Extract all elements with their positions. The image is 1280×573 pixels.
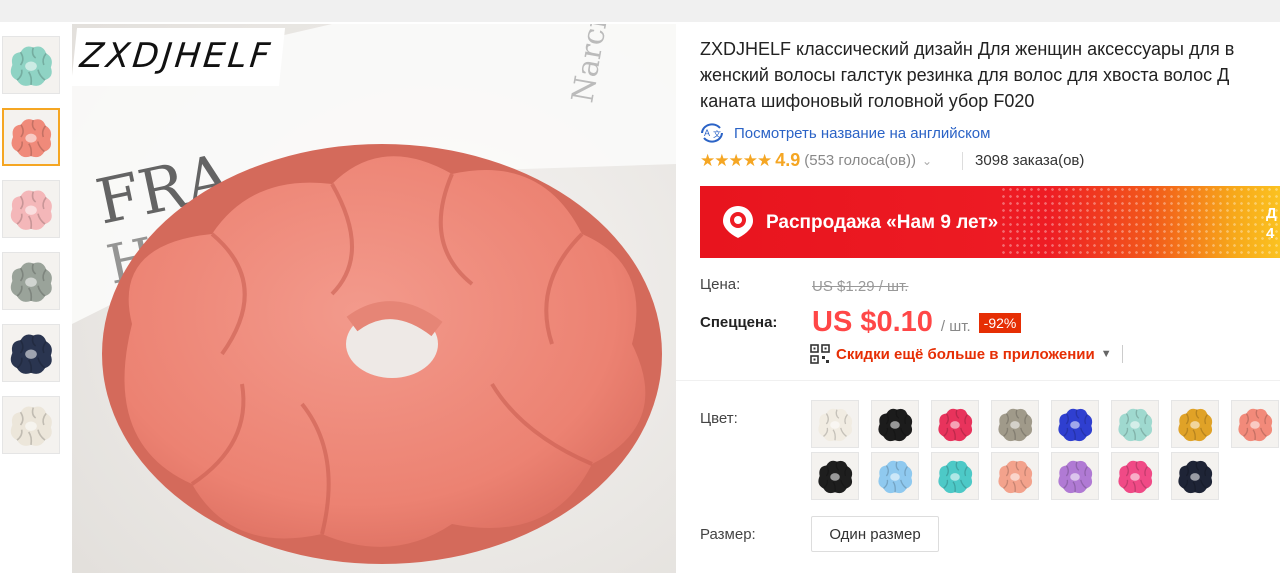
banner-right-line-2: 4 (1266, 225, 1275, 242)
chevron-down-icon[interactable]: ⌄ (922, 154, 932, 168)
thumbnail-3[interactable] (2, 180, 60, 238)
title-line-3: каната шифоновый головной убор F020 (700, 91, 1035, 111)
color-swatch[interactable] (1051, 400, 1099, 448)
svg-text:文: 文 (713, 129, 721, 139)
qr-code-icon (810, 344, 830, 364)
thumbnail-2-selected[interactable] (2, 108, 60, 166)
location-pin-icon (723, 206, 753, 238)
title-line-1: ZXDJHELF классический дизайн Для женщин … (700, 39, 1235, 59)
banner-text: Распродажа «Нам 9 лет» (766, 212, 999, 233)
product-page: FRA HOHO Narciss ZXDJHELF ZXD (0, 22, 1280, 573)
size-option-button[interactable]: Один размер (811, 516, 939, 552)
color-label: Цвет: (700, 410, 738, 427)
votes-link[interactable]: (553 голоса(ов)) (804, 152, 916, 169)
translate-link-label: Посмотреть название на английском (734, 124, 991, 142)
svg-text:A: A (704, 128, 710, 138)
title-line-2: женский волосы галстук резинка для волос… (700, 65, 1230, 85)
divider (1121, 345, 1123, 363)
color-swatch[interactable] (991, 452, 1039, 500)
color-swatch[interactable] (931, 400, 979, 448)
scrunchie-illustration: FRA HOHO Narciss (72, 24, 676, 573)
special-price-label: Спеццена: (700, 314, 778, 331)
color-swatch[interactable] (1051, 452, 1099, 500)
size-label: Размер: (700, 526, 756, 543)
orders-count: 3098 заказа(ов) (975, 152, 1085, 169)
thumbnail-5[interactable] (2, 324, 60, 382)
brand-logo: ZXDJHELF (72, 28, 286, 86)
color-swatch[interactable] (1111, 400, 1159, 448)
banner-pattern (1000, 186, 1280, 258)
main-product-image[interactable]: FRA HOHO Narciss ZXDJHELF (72, 24, 676, 573)
color-swatch[interactable] (811, 400, 859, 448)
thumbnail-4[interactable] (2, 252, 60, 310)
thumbnail-1[interactable] (2, 36, 60, 94)
old-price: US $1.29 / шт. (812, 278, 909, 295)
translate-icon: A 文 (701, 123, 723, 143)
sale-banner[interactable]: Распродажа «Нам 9 лет» Д 4 (700, 186, 1280, 258)
top-bar (0, 0, 1280, 22)
color-swatch[interactable] (991, 400, 1039, 448)
caret-down-icon[interactable]: ▼ (1101, 348, 1112, 360)
rating-value: 4.9 (775, 150, 801, 170)
special-price: US $0.10 / шт. -92% (812, 306, 1022, 339)
discount-badge: -92% (978, 313, 1022, 333)
divider (962, 151, 964, 170)
color-swatch[interactable] (1171, 452, 1219, 500)
translate-link[interactable]: A 文 Посмотреть название на английском (698, 122, 990, 144)
product-info: ZXDJHELF классический дизайн Для женщин … (676, 22, 1280, 573)
thumbnail-6[interactable] (2, 396, 60, 454)
rating-row: ★★★★★ 4.9 (553 голоса(ов)) ⌄ 3098 заказа… (700, 150, 1084, 171)
color-swatch[interactable] (1111, 452, 1159, 500)
color-swatch[interactable] (1171, 400, 1219, 448)
star-rating-icon: ★★★★★ (700, 150, 772, 170)
color-swatch[interactable] (811, 452, 859, 500)
price-unit: / шт. (940, 318, 971, 335)
product-title: ZXDJHELF классический дизайн Для женщин … (700, 36, 1280, 114)
color-swatch[interactable] (871, 452, 919, 500)
color-swatch[interactable] (871, 400, 919, 448)
app-discount-link[interactable]: Скидки ещё больше в приложении ▼ (810, 344, 1123, 364)
price-value: US $0.10 (812, 306, 933, 338)
color-swatch[interactable] (931, 452, 979, 500)
banner-countdown: Д 4 (1266, 204, 1277, 244)
app-discount-text: Скидки ещё больше в приложении (836, 345, 1095, 363)
section-divider (676, 380, 1280, 381)
price-label: Цена: (700, 276, 741, 293)
color-swatch[interactable] (1231, 400, 1279, 448)
banner-right-line-1: Д (1266, 205, 1277, 222)
